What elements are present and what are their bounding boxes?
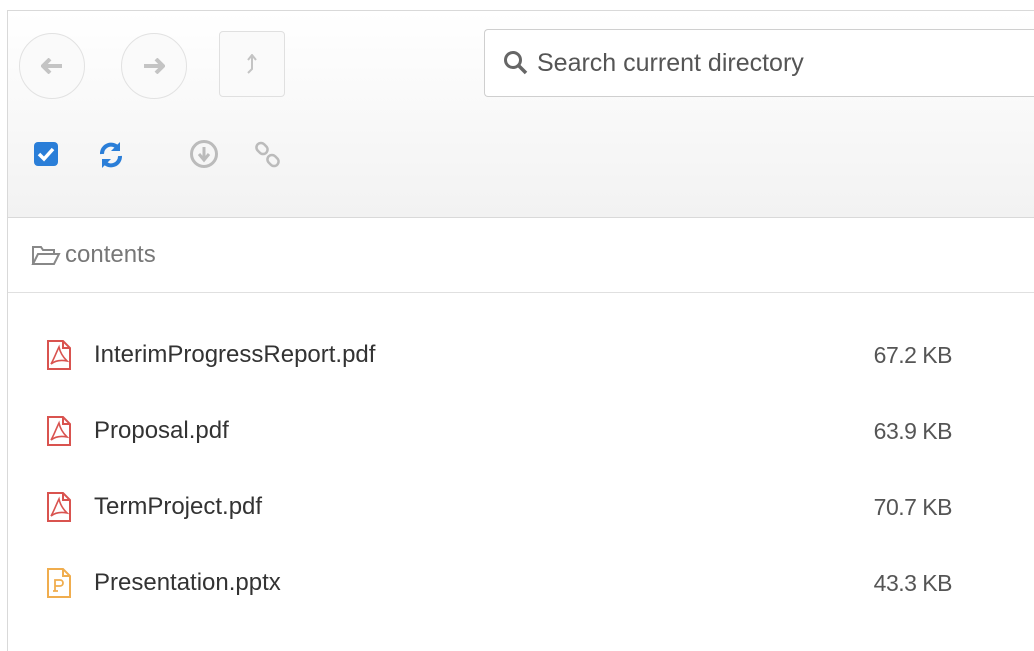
file-name: TermProject.pdf: [94, 493, 263, 520]
file-name: Proposal.pdf: [94, 417, 229, 444]
toolbar: [8, 11, 1034, 218]
file-row[interactable]: Proposal.pdf 63.9 KB: [46, 405, 966, 457]
link-icon: [255, 141, 280, 168]
forward-button[interactable]: [121, 33, 187, 99]
file-size: 67.2 KB: [873, 341, 953, 368]
refresh-button[interactable]: [96, 141, 126, 169]
checkbox-checked-icon: [34, 142, 58, 166]
back-button[interactable]: [19, 33, 85, 99]
download-icon: [190, 140, 218, 168]
file-name: InterimProgressReport.pdf: [94, 341, 376, 368]
file-browser-panel: contents InterimProgressReport.pdf 67.2 …: [7, 10, 1034, 651]
file-row[interactable]: InterimProgressReport.pdf 67.2 KB: [46, 329, 966, 381]
file-row[interactable]: TermProject.pdf 70.7 KB: [46, 481, 966, 533]
breadcrumb: contents: [8, 218, 1034, 293]
arrow-left-icon: [41, 58, 62, 74]
powerpoint-file-icon: [47, 568, 71, 598]
search-input[interactable]: [535, 47, 1019, 79]
file-size: 63.9 KB: [873, 417, 953, 444]
download-button[interactable]: [189, 139, 219, 169]
file-size: 43.3 KB: [873, 569, 953, 596]
up-directory-button[interactable]: [219, 31, 285, 97]
search-icon: [504, 51, 528, 75]
breadcrumb-item-contents[interactable]: contents: [31, 241, 156, 269]
pdf-file-icon: [47, 340, 71, 370]
share-link-button[interactable]: [254, 141, 282, 169]
search-box[interactable]: [484, 29, 1034, 97]
refresh-icon: [100, 142, 122, 168]
level-up-icon: [247, 54, 257, 74]
select-all-checkbox[interactable]: [33, 141, 59, 167]
arrow-right-icon: [144, 58, 165, 74]
file-name: Presentation.pptx: [94, 569, 281, 596]
pdf-file-icon: [47, 492, 71, 522]
pdf-file-icon: [47, 416, 71, 446]
file-size: 70.7 KB: [873, 493, 953, 520]
file-row[interactable]: Presentation.pptx 43.3 KB: [46, 557, 966, 609]
folder-open-icon: [31, 246, 61, 265]
breadcrumb-label: contents: [65, 241, 156, 268]
